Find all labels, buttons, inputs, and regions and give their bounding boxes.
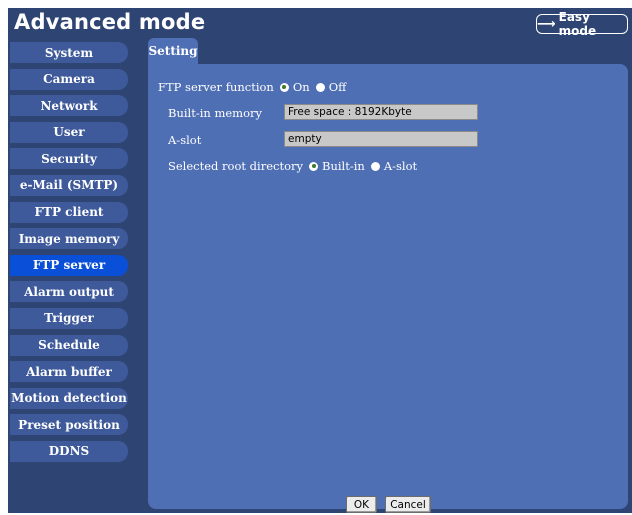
sidebar-item-alarm-output[interactable]: Alarm output — [10, 281, 128, 303]
ftp-function-label: FTP server function — [158, 80, 274, 94]
app-window: Advanced mode ⟶ Easy mode System Camera … — [8, 8, 632, 513]
sidebar-item-label: Camera — [43, 72, 95, 87]
root-a-slot-label: A-slot — [383, 159, 418, 173]
sidebar-item-label: Preset position — [18, 417, 120, 432]
sidebar-item-network[interactable]: Network — [10, 95, 128, 117]
sidebar-item-label: Alarm output — [24, 284, 114, 299]
tab-setting[interactable]: Setting — [148, 38, 198, 64]
builtin-memory-label: Built-in memory — [168, 106, 262, 120]
sidebar-item-email-smtp[interactable]: e-Mail (SMTP) — [10, 174, 128, 196]
title-bar: Advanced mode ⟶ Easy mode — [8, 8, 632, 40]
arrow-right-icon: ⟶ — [537, 16, 556, 32]
settings-content: FTP server function On Off Built-in memo… — [148, 64, 628, 513]
a-slot-field[interactable]: empty — [284, 131, 478, 147]
sidebar-item-system[interactable]: System — [10, 42, 128, 63]
sidebar-item-label: Schedule — [38, 338, 100, 353]
sidebar-item-label: User — [53, 125, 85, 140]
sidebar-item-label: DDNS — [48, 444, 90, 459]
tab-label: Setting — [148, 44, 198, 58]
ftp-function-off-radio[interactable] — [315, 82, 325, 92]
sidebar: System Camera Network User Security e-Ma… — [10, 42, 128, 468]
settings-panel: Setting FTP server function On Off Built… — [148, 38, 628, 513]
sidebar-item-label: System — [44, 45, 94, 60]
ftp-function-on-radio[interactable] — [279, 82, 289, 92]
cancel-button[interactable]: Cancel — [385, 496, 431, 513]
sidebar-item-label: Security — [41, 151, 97, 166]
a-slot-label: A-slot — [168, 133, 202, 147]
root-directory-label: Selected root directory — [168, 159, 303, 173]
sidebar-item-user[interactable]: User — [10, 121, 128, 143]
sidebar-item-ftp-server[interactable]: FTP server — [10, 254, 128, 276]
sidebar-item-label: FTP client — [34, 205, 104, 220]
sidebar-item-motion-detection[interactable]: Motion detection — [10, 387, 128, 409]
sidebar-item-ftp-client[interactable]: FTP client — [10, 201, 128, 223]
sidebar-item-ddns[interactable]: DDNS — [10, 440, 128, 462]
sidebar-item-label: Motion detection — [11, 391, 127, 406]
sidebar-item-security[interactable]: Security — [10, 148, 128, 170]
sidebar-item-label: e-Mail (SMTP) — [19, 178, 119, 193]
sidebar-item-alarm-buffer[interactable]: Alarm buffer — [10, 361, 128, 383]
page-title: Advanced mode — [14, 10, 206, 34]
root-a-slot-radio[interactable] — [370, 161, 380, 171]
easy-mode-button[interactable]: ⟶ Easy mode — [536, 10, 628, 38]
ftp-function-row: FTP server function On Off — [158, 80, 346, 94]
sidebar-item-label: Network — [40, 98, 98, 113]
ftp-function-off-label: Off — [328, 80, 347, 94]
a-slot-row: A-slot — [168, 133, 201, 147]
sidebar-item-image-memory[interactable]: Image memory — [10, 228, 128, 250]
builtin-memory-row: Built-in memory — [168, 106, 262, 120]
sidebar-item-label: Alarm buffer — [26, 364, 112, 379]
root-builtin-radio[interactable] — [309, 161, 318, 171]
sidebar-item-label: Trigger — [44, 311, 94, 326]
root-directory-row: Selected root directory Built-in A-slot — [168, 159, 417, 173]
sidebar-item-label: Image memory — [18, 231, 120, 246]
sidebar-item-schedule[interactable]: Schedule — [10, 334, 128, 356]
easy-mode-label: Easy mode — [558, 10, 597, 38]
sidebar-item-trigger[interactable]: Trigger — [10, 307, 128, 329]
sidebar-item-camera[interactable]: Camera — [10, 68, 128, 90]
ftp-function-on-label: On — [292, 80, 310, 94]
ok-button[interactable]: OK — [346, 496, 377, 513]
root-builtin-label: Built-in — [322, 159, 365, 173]
builtin-memory-field[interactable]: Free space : 8192Kbyte — [284, 104, 478, 120]
sidebar-item-label: FTP server — [32, 258, 106, 273]
sidebar-item-preset-position[interactable]: Preset position — [10, 414, 128, 436]
